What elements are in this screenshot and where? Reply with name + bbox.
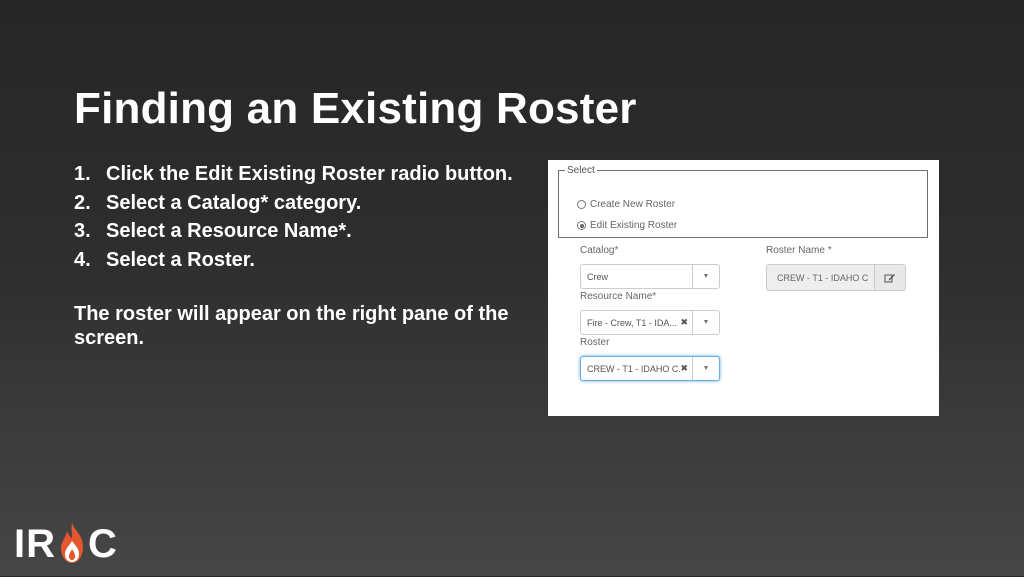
flame-icon — [57, 521, 87, 567]
step-number: 3. — [74, 220, 91, 242]
caret-down-icon[interactable]: ▼ — [692, 311, 719, 334]
clear-icon[interactable]: ✖ — [680, 317, 692, 328]
catalog-label-text: Catalog — [580, 245, 615, 256]
select-fieldset: Select Create New Roster Edit Existing R… — [558, 165, 928, 238]
instruction-step: 2. Select a Catalog* category. — [74, 189, 513, 218]
radio-circle-checked[interactable] — [577, 221, 586, 230]
edit-existing-roster-radio[interactable]: Edit Existing Roster — [577, 220, 677, 231]
fieldset-legend: Select — [565, 165, 597, 176]
edit-pencil-icon — [884, 273, 896, 282]
roster-name-field[interactable]: CREW - T1 - IDAHO C — [766, 264, 876, 291]
roster-form-screenshot: Select Create New Roster Edit Existing R… — [548, 160, 939, 416]
iroc-logo: IR C — [14, 521, 118, 567]
step-text: Click the Edit Existing Roster radio but… — [106, 163, 513, 185]
resource-name-label-text: Resource Name — [580, 291, 653, 302]
catalog-label: Catalog* — [580, 245, 618, 256]
roster-label-text: Roster — [580, 337, 610, 348]
instruction-step: 1. Click the Edit Existing Roster radio b… — [74, 160, 513, 189]
roster-value: CREW - T1 - IDAHO C... — [587, 363, 681, 374]
instruction-list: 1. Click the Edit Existing Roster radio b… — [74, 160, 513, 274]
step-text: Select a Catalog* category. — [106, 191, 362, 214]
step-number: 2. — [74, 191, 91, 214]
roster-name-group: CREW - T1 - IDAHO C — [766, 264, 906, 291]
radio-label: Edit Existing Roster — [590, 220, 678, 231]
logo-text-left: IR — [14, 521, 56, 566]
instruction-step: 4. Select a Roster. — [74, 246, 513, 275]
catalog-select[interactable]: Crew ▼ — [580, 264, 720, 289]
roster-select[interactable]: CREW - T1 - IDAHO C... ✖ ▼ — [580, 356, 720, 381]
resource-name-select[interactable]: Fire - Crew, T1 - IDA... ✖ ▼ — [580, 310, 720, 335]
slide-title: Finding an Existing Roster — [74, 84, 637, 133]
radio-circle[interactable] — [577, 200, 586, 209]
roster-label: Roster — [580, 337, 609, 348]
catalog-value: Crew — [587, 271, 609, 282]
instruction-step: 3. Select a Resource Name*. — [74, 217, 513, 246]
required-mark: * — [614, 245, 619, 256]
resource-name-label: Resource Name* — [580, 291, 656, 302]
radio-label: Create New Roster — [590, 199, 676, 210]
step-text: Select a Roster. — [106, 248, 255, 271]
create-new-roster-radio[interactable]: Create New Roster — [577, 199, 675, 210]
edit-roster-button[interactable] — [875, 264, 906, 291]
roster-name-label: Roster Name * — [766, 245, 832, 256]
resource-name-value: Fire - Crew, T1 - IDA... — [587, 317, 677, 328]
step-text: Select a Resource Name*. — [106, 220, 352, 242]
logo-text-right: C — [88, 521, 118, 566]
roster-name-label-text: Roster Name — [766, 245, 825, 256]
caret-down-icon[interactable]: ▼ — [692, 357, 719, 380]
caret-down-icon[interactable]: ▼ — [692, 265, 719, 288]
step-number: 1. — [74, 163, 91, 185]
roster-note: The roster will appear on the right pane… — [74, 303, 509, 349]
clear-icon[interactable]: ✖ — [680, 363, 692, 374]
step-number: 4. — [74, 248, 91, 271]
required-mark: * — [652, 291, 657, 302]
required-mark: * — [827, 245, 832, 256]
